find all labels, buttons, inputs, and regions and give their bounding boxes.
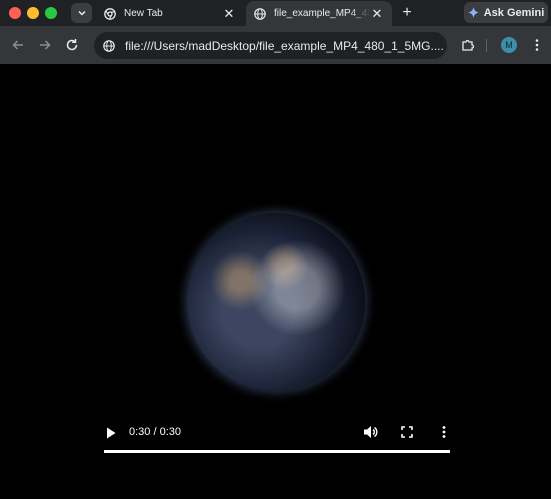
- ask-gemini-button[interactable]: Ask Gemini: [464, 2, 548, 23]
- address-bar[interactable]: file:///Users/madDesktop/file_example_MP…: [94, 32, 447, 59]
- time-display: 0:30 / 0:30: [129, 426, 181, 438]
- mute-button[interactable]: [362, 424, 378, 440]
- more-vertical-icon: [442, 426, 446, 438]
- arrow-right-icon: [40, 40, 51, 50]
- close-icon[interactable]: ✕: [222, 6, 236, 21]
- profile-avatar[interactable]: M: [501, 37, 517, 53]
- play-icon: [107, 427, 116, 439]
- fullscreen-icon: [401, 426, 413, 438]
- video-player[interactable]: [104, 64, 450, 458]
- reload-icon: [66, 39, 78, 51]
- more-vertical-icon: [535, 39, 539, 51]
- chrome-menu-button[interactable]: [528, 36, 546, 54]
- maximize-window-button[interactable]: [45, 7, 57, 19]
- toolbar-divider: [486, 39, 487, 52]
- extensions-button[interactable]: [459, 36, 477, 54]
- back-button[interactable]: [9, 36, 27, 54]
- forward-button[interactable]: [36, 36, 54, 54]
- site-info-globe-icon[interactable]: [102, 39, 116, 53]
- globe-icon: [254, 7, 266, 20]
- play-button[interactable]: [104, 425, 118, 441]
- chevron-down-icon: [77, 10, 86, 16]
- minimize-window-button[interactable]: [27, 7, 39, 19]
- tab-new-tab[interactable]: New Tab ✕: [98, 1, 244, 26]
- volume-icon: [363, 426, 378, 438]
- close-icon[interactable]: ✕: [370, 6, 384, 21]
- close-window-button[interactable]: [9, 7, 21, 19]
- video-progress-bar[interactable]: [104, 450, 450, 453]
- gemini-sparkle-icon: [467, 7, 479, 18]
- tab-video-file[interactable]: file_example_MP4_480_1_5MG.mp4 ✕: [246, 1, 392, 26]
- plus-icon: +: [402, 4, 412, 21]
- puzzle-icon: [462, 39, 475, 51]
- ask-gemini-label: Ask Gemini: [483, 6, 545, 19]
- video-controls: 0:30 / 0:30: [104, 422, 450, 452]
- fullscreen-button[interactable]: [399, 424, 415, 440]
- url-text: file:///Users/madDesktop/file_example_MP…: [125, 38, 444, 53]
- chrome-icon: [104, 7, 116, 20]
- tab-title: file_example_MP4_480_1_5MG.mp4: [274, 8, 370, 19]
- tab-strip: New Tab ✕ file_example_MP4_480_1_5MG.mp4…: [0, 0, 551, 26]
- browser-toolbar: file:///Users/madDesktop/file_example_MP…: [0, 26, 551, 64]
- tab-title: New Tab: [124, 8, 163, 19]
- arrow-left-icon: [12, 40, 23, 50]
- profile-initial: M: [505, 40, 513, 50]
- new-tab-button[interactable]: +: [398, 4, 416, 22]
- video-frame-earth: [187, 213, 365, 391]
- tab-search-button[interactable]: [71, 3, 92, 23]
- reload-button[interactable]: [63, 36, 81, 54]
- video-options-button[interactable]: [436, 424, 452, 440]
